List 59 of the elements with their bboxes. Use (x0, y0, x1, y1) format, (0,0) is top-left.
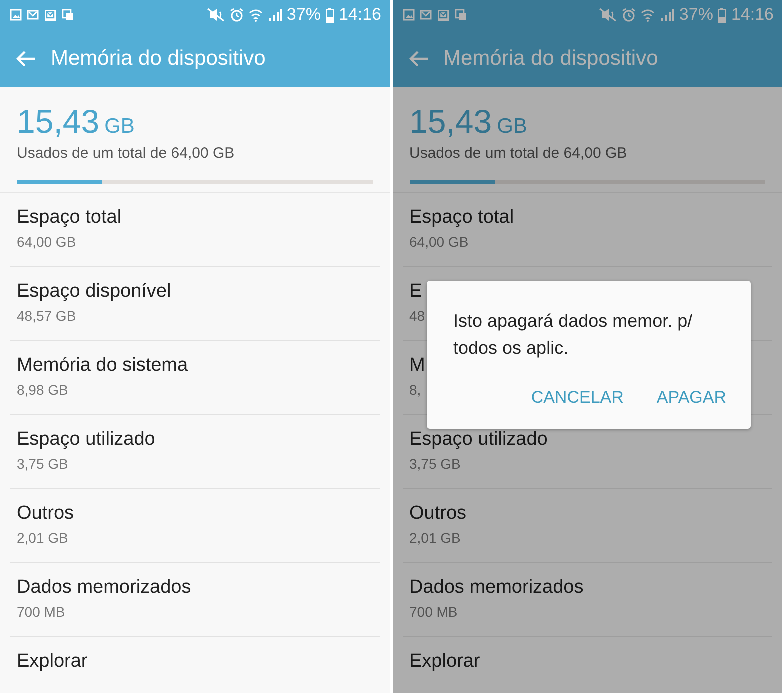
alarm-icon (230, 8, 244, 22)
used-amount: 15,43 (410, 103, 492, 141)
back-button[interactable] (16, 50, 36, 68)
used-unit: GB (104, 115, 135, 139)
item-value: 700 MB (17, 604, 66, 620)
item-title[interactable]: Dados memorizados (17, 577, 192, 599)
item-title[interactable]: Espaço utilizado (17, 429, 156, 451)
item-title[interactable]: Outros (410, 503, 467, 525)
signal-icon (660, 8, 674, 22)
item-title[interactable]: Espaço total (410, 207, 514, 229)
cards-icon (62, 9, 74, 21)
item-value: 48,57 GB (17, 308, 76, 324)
item-value: 48 (410, 308, 426, 324)
signal-icon (268, 8, 282, 22)
item-title[interactable]: Espaço disponível (17, 281, 172, 303)
clock-time: 14:16 (338, 5, 382, 25)
dialog-message: Isto apagará dados memor. p/ todos os aplic. (454, 310, 694, 360)
item-title[interactable]: Explorar (17, 651, 88, 673)
item-value: 8, (410, 382, 422, 398)
wifi-icon (641, 8, 656, 22)
usage-caption: Usados de um total de 64,00 GB (410, 145, 628, 162)
item-title[interactable]: Explorar (410, 651, 480, 673)
item-value: 2,01 GB (17, 530, 68, 546)
back-button[interactable] (408, 50, 428, 68)
item-value: 64,00 GB (410, 234, 469, 250)
used-amount: 15,43 (17, 103, 100, 141)
item-value: 64,00 GB (17, 234, 76, 250)
item-title[interactable]: Espaço total (17, 207, 122, 229)
mail-icon (27, 9, 39, 21)
clock-time: 14:16 (731, 5, 774, 25)
alarm-icon (622, 8, 636, 22)
battery-icon (326, 8, 334, 22)
item-title[interactable]: Dados memorizados (410, 577, 584, 599)
cards-icon (454, 9, 466, 21)
battery-percentage: 37% (679, 5, 714, 25)
item-title[interactable]: E (410, 281, 422, 303)
item-value: 700 MB (410, 604, 458, 620)
mute-icon (206, 8, 225, 22)
image-icon (402, 9, 414, 21)
battery-percentage: 37% (286, 5, 321, 25)
wifi-icon (248, 8, 263, 22)
mail-icon (436, 8, 450, 22)
usage-caption: Usados de um total de 64,00 GB (17, 145, 236, 162)
used-unit: GB (497, 115, 528, 139)
item-title[interactable]: M (410, 355, 426, 377)
item-value: 3,75 GB (410, 456, 461, 472)
mail-icon (420, 9, 432, 21)
item-value: 8,98 GB (17, 382, 68, 398)
item-title[interactable]: Memória do sistema (17, 355, 188, 377)
item-value: 2,01 GB (410, 530, 461, 546)
battery-icon (718, 8, 726, 22)
mute-icon (599, 8, 618, 22)
item-title[interactable]: Espaço utilizado (410, 429, 548, 451)
mail-icon (44, 8, 57, 22)
image-icon (10, 9, 22, 21)
item-title[interactable]: Outros (17, 503, 74, 525)
screen-title: Memória do dispositivo (444, 46, 658, 70)
screen-title: Memória do dispositivo (51, 46, 266, 70)
item-value: 3,75 GB (17, 456, 68, 472)
